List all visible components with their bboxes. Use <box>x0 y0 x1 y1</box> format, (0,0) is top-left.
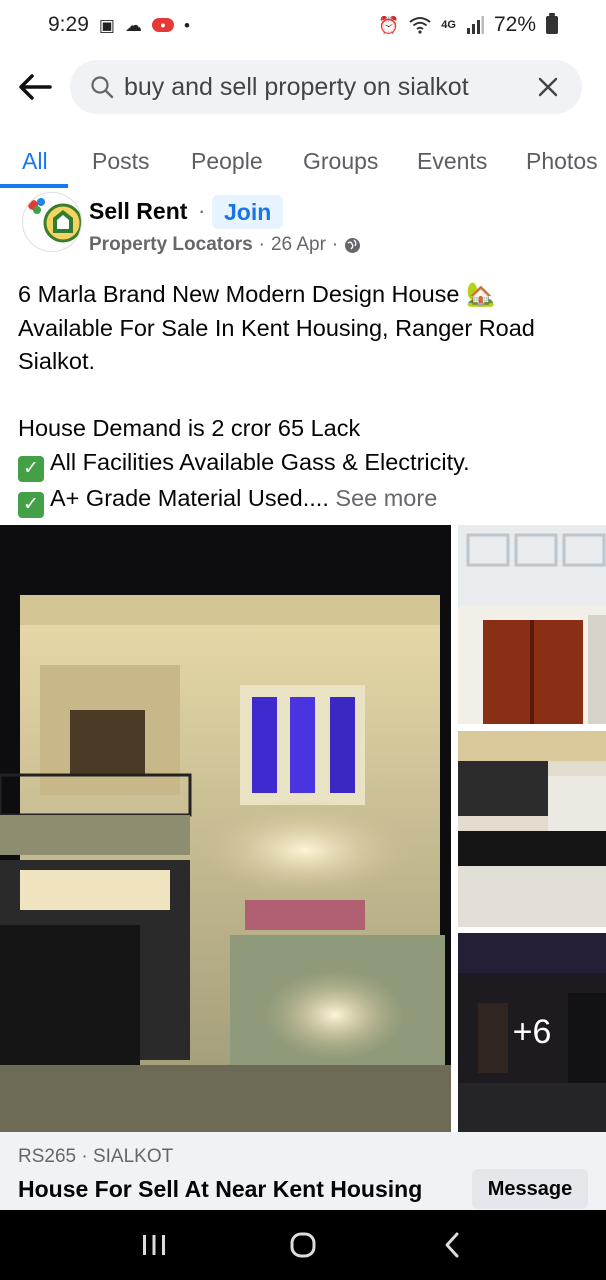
post-header: Sell Rent · Join Property Locators · 26 … <box>0 188 606 264</box>
tab-groups[interactable]: Groups <box>303 134 378 188</box>
post-body: 6 Marla Brand New Modern Design House 🏡 … <box>18 278 588 518</box>
wifi-icon <box>409 17 431 34</box>
search-icon <box>88 73 116 101</box>
tab-people[interactable]: People <box>191 134 263 188</box>
search-tabs: All Posts People Groups Events Photos <box>0 134 606 188</box>
post-facility-1: ✓ All Facilities Available Gass & Electri… <box>18 446 588 482</box>
separator-dot: · <box>331 234 339 255</box>
search-bar[interactable]: buy and sell property on sialkot <box>70 60 582 114</box>
house-night-photo <box>0 525 451 1132</box>
listing-title[interactable]: House For Sell At Near Kent Housing <box>18 1176 422 1203</box>
separator-dot: · <box>198 198 206 223</box>
tab-posts[interactable]: Posts <box>92 134 150 188</box>
clear-search-button[interactable] <box>530 69 566 105</box>
alarm-icon: ⏰ <box>378 15 400 35</box>
group-avatar[interactable] <box>22 192 82 252</box>
check-mark-icon: ✓ <box>18 491 44 518</box>
post-line-2: Available For Sale In Kent Housing, Rang… <box>18 314 535 341</box>
battery-icon <box>546 13 558 34</box>
battery-percent: 72% <box>493 13 536 36</box>
post-subline: Property Locators · 26 Apr · <box>89 234 361 256</box>
post-photo-thumb-2[interactable] <box>458 731 606 927</box>
chevron-left-icon <box>445 1232 459 1258</box>
tab-events[interactable]: Events <box>417 134 487 188</box>
separator-dot: · <box>258 234 265 255</box>
search-header: buy and sell property on sialkot <box>0 58 606 116</box>
check-mark-icon: ✓ <box>18 455 44 482</box>
interior-door-photo <box>458 525 606 724</box>
cloud-icon: ☁ <box>124 15 142 35</box>
status-left: 9:29 ▣ ☁ ● • <box>48 13 190 37</box>
post-photo-thumb-3[interactable]: +6 <box>458 933 606 1132</box>
network-type: 4G <box>441 18 456 31</box>
status-right: ⏰ 4G 72% <box>378 13 558 37</box>
recent-apps-icon <box>143 1235 166 1255</box>
home-circle-icon <box>290 1232 316 1258</box>
more-photos-count[interactable]: +6 <box>458 933 606 1132</box>
tab-photos[interactable]: Photos <box>526 134 598 188</box>
notification-badge-icon: ● <box>151 18 174 32</box>
status-time: 9:29 <box>48 13 89 36</box>
system-nav-bar <box>0 1210 606 1280</box>
post-line-3: Sialkot. <box>18 348 96 374</box>
search-input[interactable]: buy and sell property on sialkot <box>124 73 530 102</box>
home-button[interactable] <box>273 1215 333 1275</box>
post-photo-main[interactable] <box>0 525 451 1132</box>
post-line-1: 6 Marla Brand New Modern Design House 🏡 <box>18 281 496 307</box>
group-logo-icon <box>23 193 81 251</box>
house-tree-icon: 🏡 <box>466 281 496 307</box>
status-bar: 9:29 ▣ ☁ ● • ⏰ 4G 72% <box>0 0 606 50</box>
post-photo-thumb-1[interactable] <box>458 525 606 724</box>
tab-all[interactable]: All <box>0 134 67 188</box>
system-back-button[interactable] <box>422 1215 482 1275</box>
post-demand: House Demand is 2 cror 65 Lack <box>18 415 361 441</box>
kitchen-photo <box>458 731 606 927</box>
gallery-icon: ▣ <box>98 15 115 35</box>
post-date[interactable]: 26 Apr <box>271 234 326 256</box>
back-arrow-icon <box>19 74 52 100</box>
back-button[interactable] <box>0 58 70 116</box>
signal-icon <box>466 16 484 34</box>
group-name[interactable]: Property Locators <box>89 234 253 256</box>
message-button[interactable]: Message <box>472 1169 588 1209</box>
post-facility-2: ✓ A+ Grade Material Used.... See more <box>18 482 588 518</box>
listing-price-location: RS265 · SIALKOT <box>18 1146 174 1167</box>
author-name[interactable]: Sell Rent <box>89 198 187 225</box>
globe-icon <box>345 237 361 253</box>
see-more-link[interactable]: See more <box>335 485 437 511</box>
close-icon <box>538 77 558 97</box>
marketplace-listing[interactable]: RS265 · SIALKOT House For Sell At Near K… <box>0 1132 606 1210</box>
join-button[interactable]: Join <box>212 195 284 229</box>
recent-apps-button[interactable] <box>124 1215 184 1275</box>
dot-icon: • <box>183 15 190 35</box>
